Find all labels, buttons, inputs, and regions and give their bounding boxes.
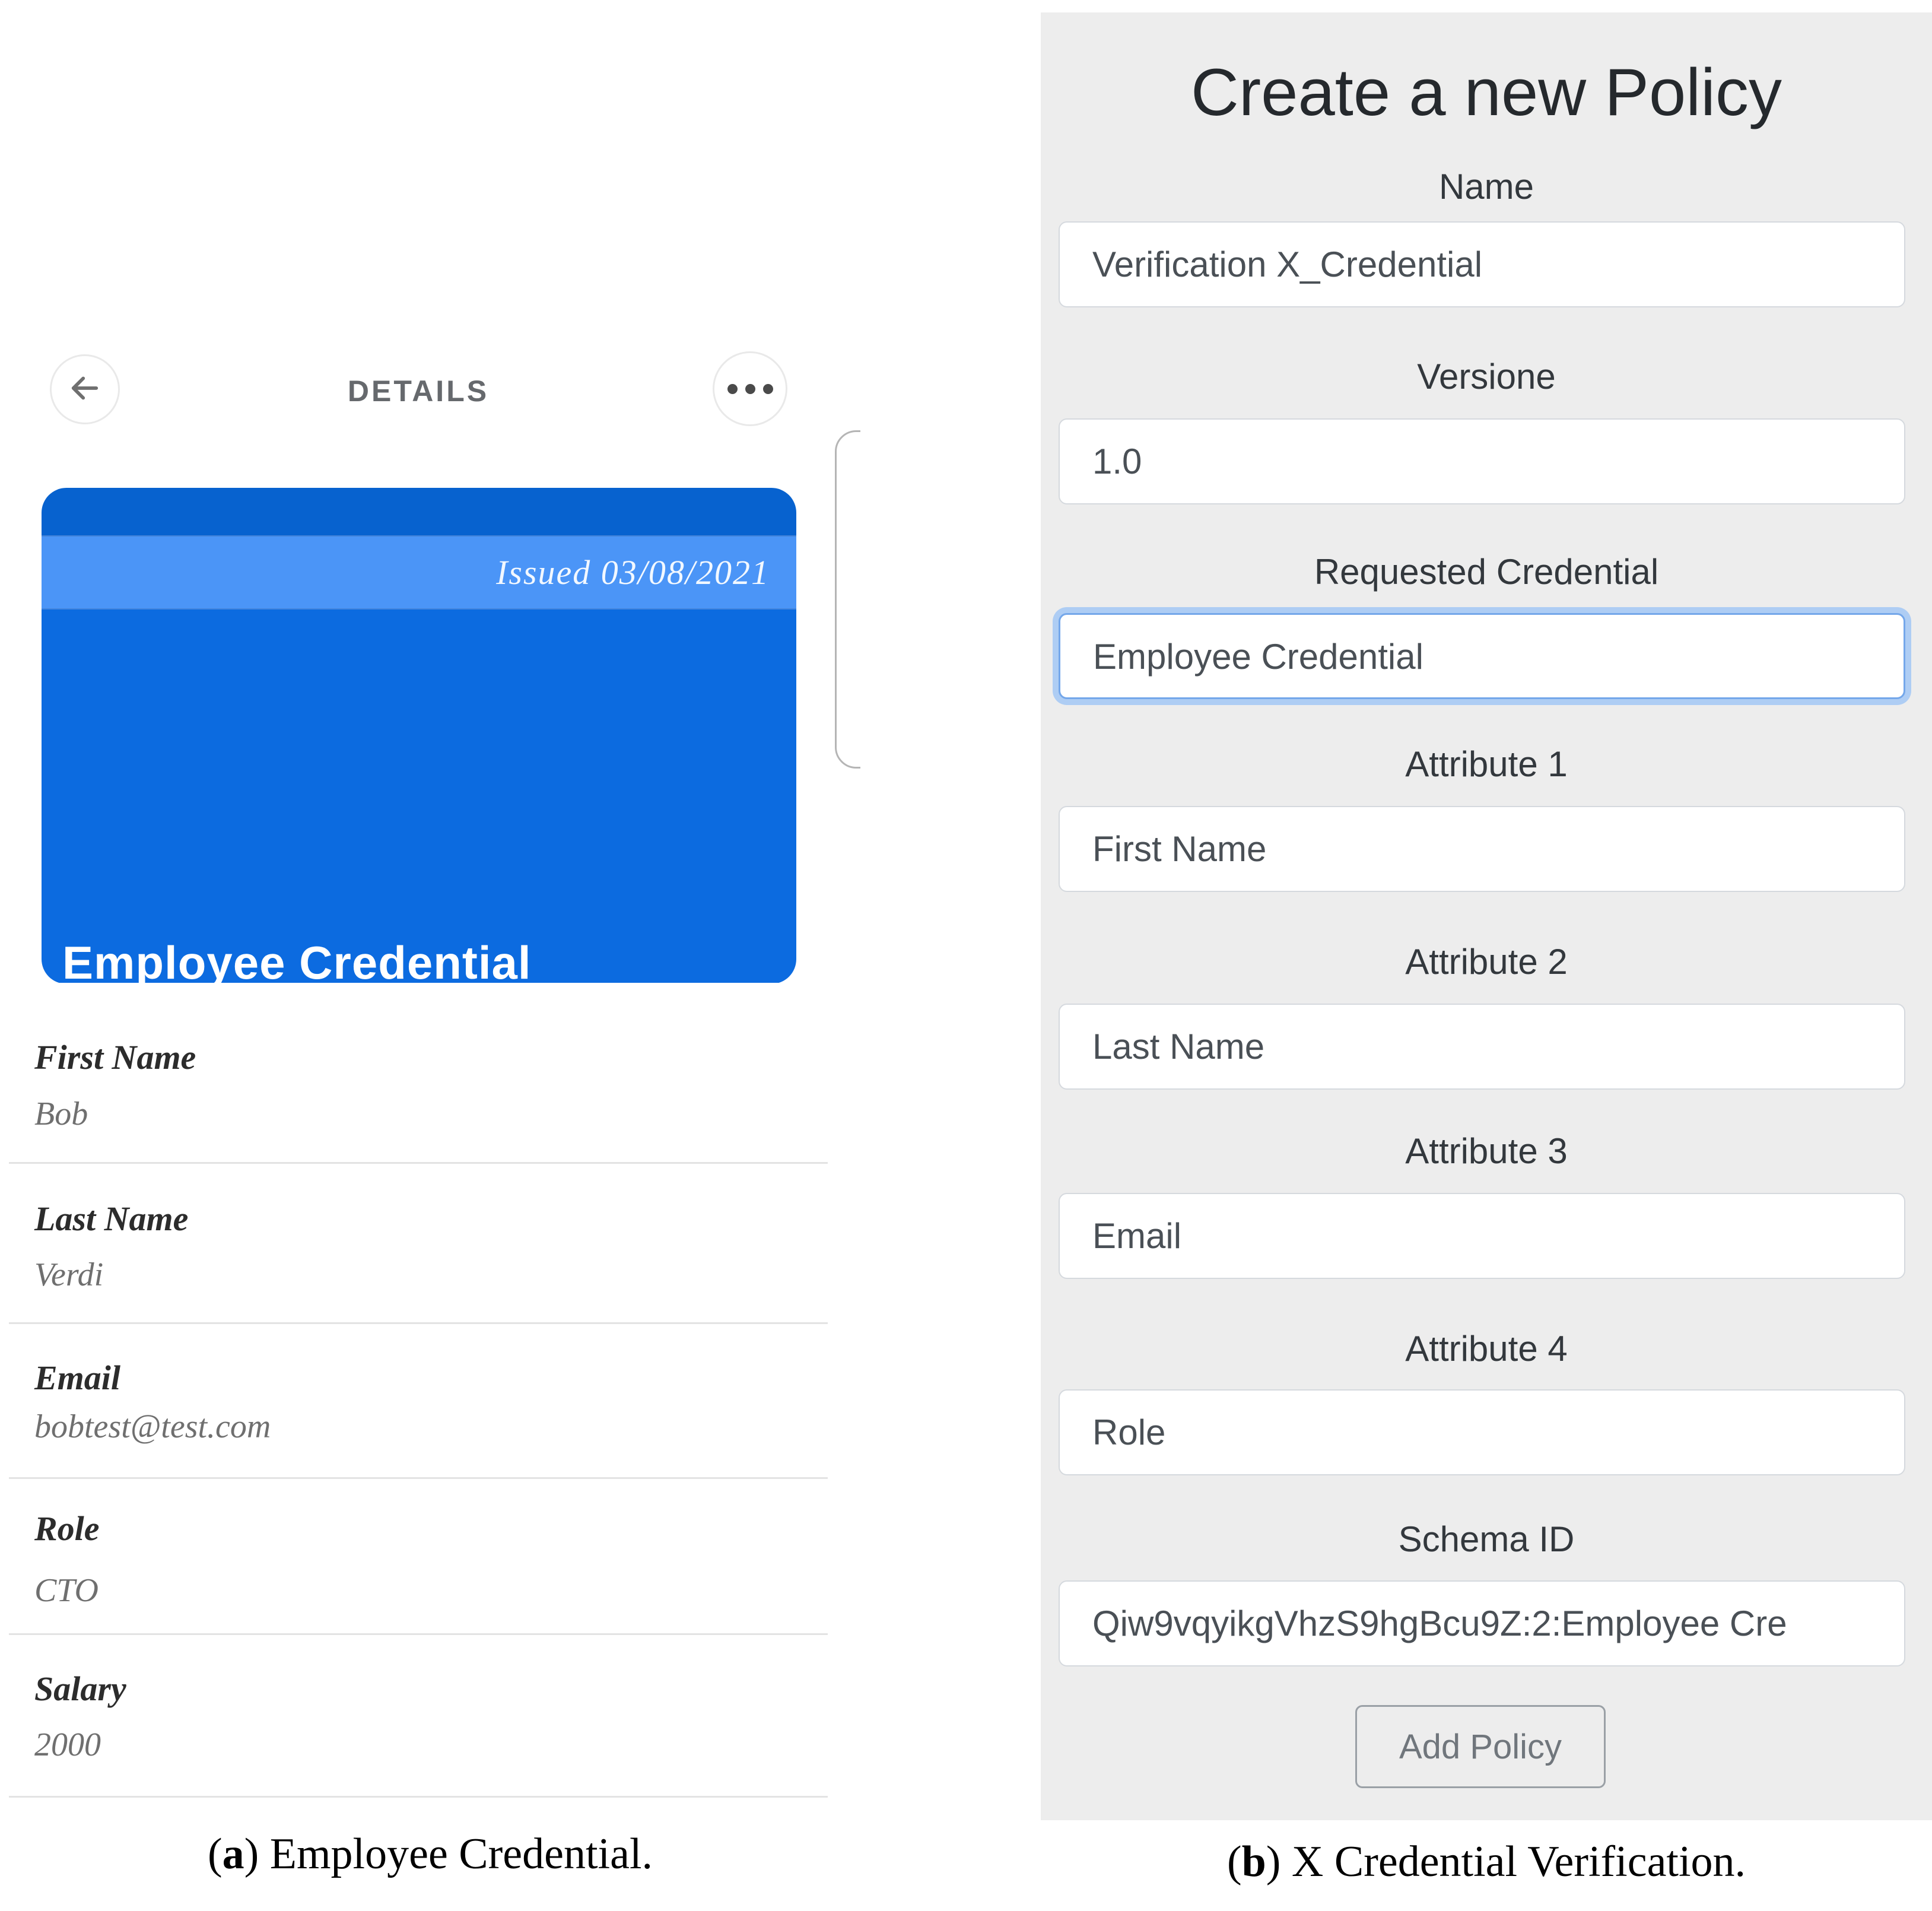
field-label-salary: Salary — [34, 1669, 126, 1709]
field-label-last-name: Last Name — [34, 1199, 188, 1239]
field-label-email: Email — [34, 1358, 120, 1398]
divider — [9, 1633, 828, 1635]
figure-canvas: DETAILS Issued 03/08/2021 Employee Crede… — [0, 0, 1932, 1911]
divider — [9, 1162, 828, 1164]
attribute-1-input[interactable]: First Name — [1059, 806, 1905, 892]
schema-id-input[interactable]: Qiw9vqyikgVhzS9hgBcu9Z:2:Employee Cre — [1059, 1580, 1905, 1666]
field-label-first-name: First Name — [34, 1037, 196, 1077]
card-top-band — [42, 488, 796, 535]
page-title: DETAILS — [0, 374, 837, 408]
attribute-3-label: Attribute 3 — [1041, 1131, 1932, 1172]
divider — [9, 1477, 828, 1479]
field-value-email: bobtest@test.com — [34, 1408, 271, 1446]
requested-credential-input[interactable]: Employee Credential — [1059, 613, 1905, 699]
divider — [9, 1322, 828, 1324]
field-label-role: Role — [34, 1509, 100, 1548]
issued-date: Issued 03/08/2021 — [496, 553, 770, 592]
attribute-2-input[interactable]: Last Name — [1059, 1004, 1905, 1090]
caption-b: (b) X Credential Verification. — [1041, 1837, 1932, 1887]
card-body: Employee Credential — [42, 610, 796, 983]
field-value-first-name: Bob — [34, 1095, 88, 1133]
divider — [9, 1796, 828, 1798]
name-label: Name — [1041, 166, 1932, 207]
add-policy-button[interactable]: Add Policy — [1355, 1705, 1606, 1788]
credential-card[interactable]: Issued 03/08/2021 Employee Credential — [42, 488, 796, 984]
policy-form-b: Create a new Policy Name Verification X_… — [1041, 12, 1932, 1820]
attribute-2-label: Attribute 2 — [1041, 941, 1932, 982]
phone-screenshot-a: DETAILS Issued 03/08/2021 Employee Crede… — [0, 0, 860, 1807]
schema-id-label: Schema ID — [1041, 1519, 1932, 1560]
peek-card-edge — [835, 430, 860, 769]
field-value-salary: 2000 — [34, 1726, 101, 1764]
versione-input[interactable]: 1.0 — [1059, 418, 1905, 504]
caption-a: (a) Employee Credential. — [0, 1829, 860, 1880]
attribute-3-input[interactable]: Email — [1059, 1193, 1905, 1279]
attribute-1-label: Attribute 1 — [1041, 744, 1932, 785]
versione-label: Versione — [1041, 356, 1932, 397]
form-title: Create a new Policy — [1041, 54, 1932, 131]
card-issued-stripe: Issued 03/08/2021 — [42, 535, 796, 610]
requested-credential-label: Requested Credential — [1041, 551, 1932, 592]
name-input[interactable]: Verification X_Credential — [1059, 221, 1905, 307]
more-options-button[interactable] — [713, 351, 787, 426]
ellipsis-icon — [727, 384, 773, 394]
attribute-4-input[interactable]: Role — [1059, 1389, 1905, 1475]
field-value-last-name: Verdi — [34, 1256, 103, 1294]
attribute-4-label: Attribute 4 — [1041, 1328, 1932, 1369]
credential-card-title: Employee Credential — [62, 936, 532, 984]
field-value-role: CTO — [34, 1572, 98, 1610]
